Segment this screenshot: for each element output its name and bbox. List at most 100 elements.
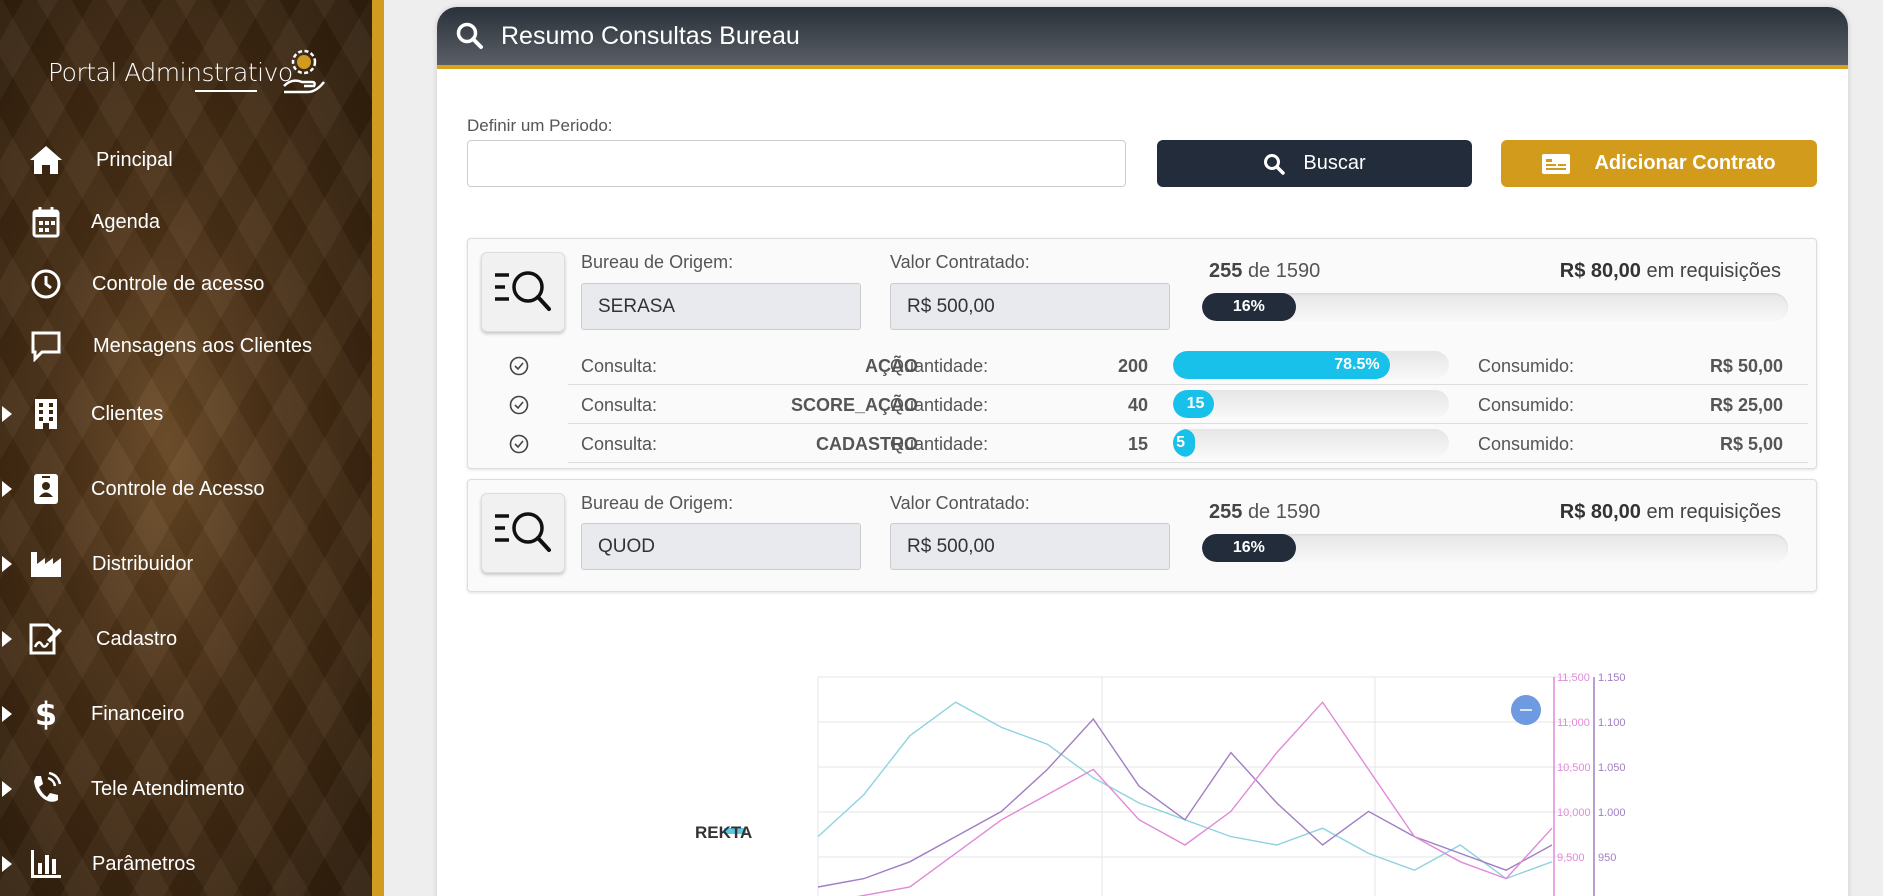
sidebar-item-mensagens-aos-clientes[interactable]: Mensagens aos Clientes <box>0 326 372 366</box>
requests-value: R$ 80,00 <box>1559 260 1641 282</box>
requests-total: R$ 80,00 em requisições <box>1560 501 1781 524</box>
sidebar-accent-stripe <box>372 0 384 896</box>
factory-icon <box>28 546 64 582</box>
page-title: Resumo Consultas Bureau <box>501 21 800 50</box>
chart-tick-label: 1.100 <box>1598 717 1626 729</box>
sidebar: Portal Adminstrativo Principal Agenda Cont… <box>0 0 372 896</box>
sidebar-item-label: Mensagens aos Clientes <box>93 335 313 357</box>
sidebar-item-label: Cadastro <box>96 628 178 650</box>
expand-caret-icon <box>2 406 12 422</box>
usage-progress-bar: 16% <box>1202 534 1788 562</box>
quantity-label: Quantidade: <box>890 434 989 454</box>
consumed-label: Consumido: <box>1478 356 1575 376</box>
consulta-progress-fill: 15 <box>1173 390 1215 418</box>
consulta-progress-fill: 5 <box>1173 429 1196 457</box>
bureau-box-quod: Bureau de Origem: QUOD Valor Contratado:… <box>467 479 1817 592</box>
id-badge-icon <box>28 471 64 507</box>
sidebar-item-tele-atendimento[interactable]: Tele Atendimento <box>0 769 372 809</box>
sidebar-item-distribuidor[interactable]: Distribuidor <box>0 544 372 584</box>
check-circle-icon <box>509 434 529 454</box>
origin-field: SERASA <box>581 283 861 330</box>
consumed-label: Consumido: <box>1478 434 1575 454</box>
period-input[interactable] <box>467 140 1126 187</box>
home-icon <box>28 142 64 178</box>
consulta-label: Consulta: <box>581 434 658 454</box>
search-button-label: Buscar <box>1303 152 1366 174</box>
calendar-icon <box>28 204 64 240</box>
sidebar-item-controle-de-acesso[interactable]: Controle de Acesso <box>0 469 372 509</box>
usage-count: 255 de 1590 <box>1209 260 1320 283</box>
usage-progress-bar: 16% <box>1202 293 1788 321</box>
bureau-summary-card: Resumo Consultas Bureau Definir um Perio… <box>437 7 1848 896</box>
sidebar-item-clientes[interactable]: Clientes <box>0 394 372 434</box>
sidebar-item-parâmetros[interactable]: Parâmetros <box>0 844 372 884</box>
consulta-label: Consulta: <box>581 356 658 376</box>
consulta-progress-bar: 5 <box>1173 429 1449 457</box>
quantity-value: 15 <box>1127 434 1148 454</box>
check-circle-icon <box>509 395 529 415</box>
bureau-detail-button[interactable] <box>481 252 565 332</box>
sidebar-item-label: Parâmetros <box>92 853 196 875</box>
brand-title: Portal Adminstrativo <box>48 58 293 87</box>
consulta-row: Consulta: CADASTRO Quantidade: 15 5 Consumido… <box>509 424 1808 463</box>
sidebar-item-label: Controle de acesso <box>92 273 265 295</box>
expand-caret-icon <box>2 481 12 497</box>
value-label: Valor Contratado: <box>890 493 1030 513</box>
requests-total: R$ 80,00 em requisições <box>1560 260 1781 283</box>
phone-volume-icon <box>28 771 64 807</box>
period-label: Definir um Periodo: <box>467 116 613 135</box>
usage-progress-fill: 16% <box>1202 293 1296 321</box>
hand-gear-icon <box>283 49 325 94</box>
origin-field: QUOD <box>581 523 861 570</box>
list-search-icon <box>495 271 551 311</box>
consulta-row: Consulta: SCORE_AÇÃO Quantidade: 40 15 Consum… <box>509 385 1808 424</box>
bar-chart-icon <box>28 846 64 882</box>
requests-text: em requisições <box>1646 260 1781 282</box>
chart-tick-label: 1.050 <box>1598 762 1626 774</box>
consumed-value: R$ 25,00 <box>1709 395 1783 415</box>
consulta-label: Consulta: <box>581 395 658 415</box>
expand-caret-icon <box>2 706 12 722</box>
chart-series-line <box>817 717 1553 888</box>
sidebar-item-agenda[interactable]: Agenda <box>0 202 372 242</box>
value-field: R$ 500,00 <box>890 283 1170 330</box>
chart-tick-label: 10,000 <box>1557 807 1591 819</box>
sidebar-item-controle-de-acesso[interactable]: Controle de acesso <box>0 264 372 304</box>
search-icon <box>456 22 483 49</box>
bureau-detail-button[interactable] <box>481 493 565 573</box>
search-icon <box>1264 153 1286 175</box>
sidebar-item-label: Principal <box>96 149 173 171</box>
expand-caret-icon <box>2 556 12 572</box>
consulta-progress-bar: 78.5% <box>1173 351 1449 379</box>
usage-total: de 1590 <box>1247 260 1321 282</box>
origin-label: Bureau de Origem: <box>581 493 734 513</box>
sidebar-item-financeiro[interactable]: $ Financeiro <box>0 694 372 734</box>
clock-icon <box>28 266 64 302</box>
requests-value: R$ 80,00 <box>1559 501 1641 523</box>
signature-icon <box>28 621 64 657</box>
expand-caret-icon <box>2 856 12 872</box>
usage-progress-fill: 16% <box>1202 534 1296 562</box>
sidebar-item-label: Distribuidor <box>92 553 194 575</box>
sidebar-item-principal[interactable]: Principal <box>0 140 372 180</box>
requests-text: em requisições <box>1646 501 1781 523</box>
search-button[interactable]: Buscar <box>1157 140 1472 187</box>
contract-card-icon <box>1542 153 1571 174</box>
building-icon <box>28 396 64 432</box>
quantity-value: 200 <box>1117 356 1148 376</box>
consulta-progress-bar: 15 <box>1173 390 1449 418</box>
sidebar-item-cadastro[interactable]: Cadastro <box>0 619 372 659</box>
dollar-icon: $ <box>28 696 64 732</box>
sidebar-item-label: Agenda <box>91 211 160 233</box>
expand-caret-icon <box>2 781 12 797</box>
usage-used: 255 <box>1209 501 1243 523</box>
add-contract-button-label: Adicionar Contrato <box>1594 152 1776 174</box>
bureau-box-serasa: Bureau de Origem: SERASA Valor Contratad… <box>467 238 1817 469</box>
brand-underline <box>195 90 257 92</box>
origin-label: Bureau de Origem: <box>581 252 734 272</box>
chart-tick-label: 1.000 <box>1598 807 1626 819</box>
add-contract-button[interactable]: Adicionar Contrato <box>1501 140 1817 187</box>
sidebar-item-label: Financeiro <box>91 703 185 725</box>
value-field: R$ 500,00 <box>890 523 1170 570</box>
usage-total: de 1590 <box>1247 501 1321 523</box>
